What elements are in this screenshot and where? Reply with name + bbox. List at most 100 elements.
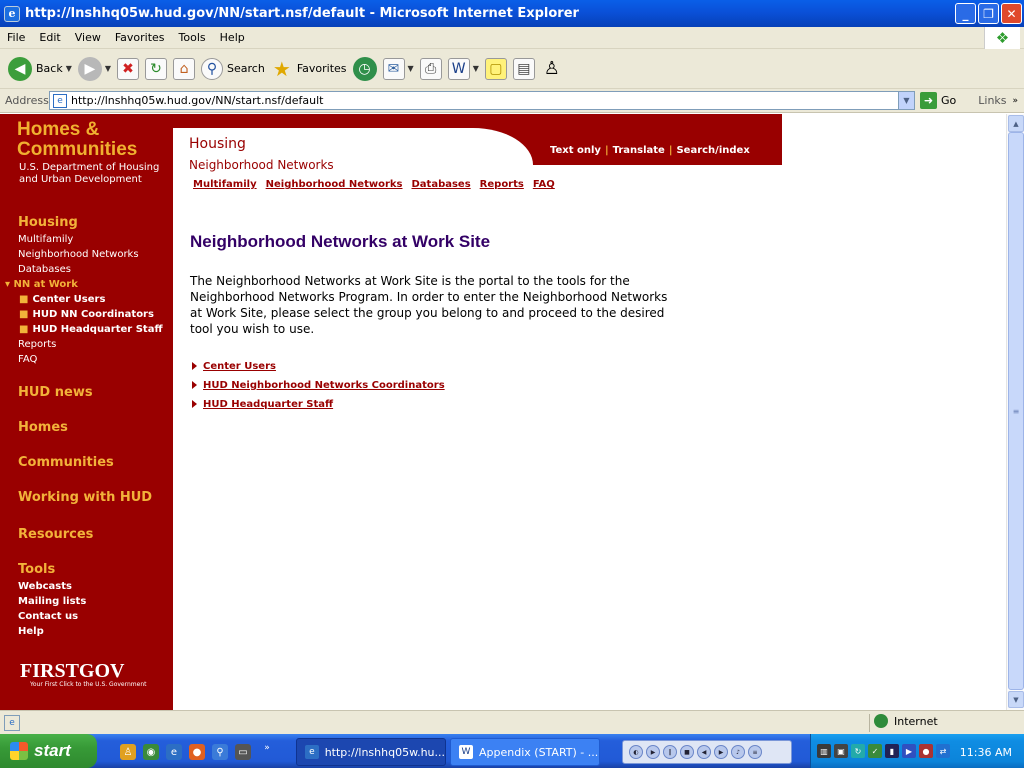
nav-faq[interactable]: FAQ (18, 354, 37, 365)
go-button[interactable]: ➜ Go (920, 92, 956, 109)
translate-link[interactable]: Translate (613, 145, 665, 156)
address-field[interactable]: e http://lnshhq05w.hud.gov/NN/start.nsf/… (49, 91, 915, 110)
subnav-faq[interactable]: FAQ (533, 179, 555, 190)
nav-center-users[interactable]: ■ Center Users (19, 294, 105, 305)
edit-button[interactable]: W ▼ (447, 52, 479, 86)
scroll-up-icon[interactable]: ▲ (1008, 115, 1024, 132)
menu-view[interactable]: View (68, 31, 108, 44)
subnav-multifamily[interactable]: Multifamily (193, 179, 257, 190)
links-toolbar[interactable]: Links (978, 94, 1006, 107)
nav-working-with-hud[interactable]: Working with HUD (18, 490, 152, 505)
scroll-thumb[interactable]: ≡ (1008, 132, 1024, 690)
favorites-button[interactable]: ★ Favorites (271, 52, 347, 86)
nav-help[interactable]: Help (18, 626, 44, 637)
coordinators-link[interactable]: HUD Neighborhood Networks Coordinators (192, 380, 445, 391)
quicklaunch-ie-icon[interactable]: e (166, 744, 182, 760)
menu-favorites[interactable]: Favorites (108, 31, 172, 44)
headquarter-staff-link[interactable]: HUD Headquarter Staff (192, 399, 333, 410)
quicklaunch-messenger-icon[interactable]: ♙ (120, 744, 136, 760)
text-only-link[interactable]: Text only (550, 145, 601, 156)
nav-resources[interactable]: Resources (18, 527, 93, 542)
nav-contact-us[interactable]: Contact us (18, 611, 78, 622)
media-toolbar[interactable]: ◐ ▶ ‖ ■ ◀ ▶ ♪ ≡ (622, 740, 792, 764)
media-mute-icon[interactable]: ♪ (731, 745, 745, 759)
player-icon[interactable]: ▶ (902, 744, 916, 758)
coordinators-link-label[interactable]: HUD Neighborhood Networks Coordinators (203, 380, 445, 391)
quicklaunch-desktop-icon[interactable]: ▭ (235, 744, 251, 760)
stop-button[interactable]: ✖ (117, 52, 140, 86)
minimize-button[interactable]: _ (955, 3, 976, 24)
subnav-databases[interactable]: Databases (412, 179, 471, 190)
nav-homes[interactable]: Homes (18, 420, 68, 435)
edit-dropdown-icon[interactable]: ▼ (473, 64, 479, 73)
chevron-right-icon[interactable]: » (262, 740, 272, 756)
print-button[interactable]: ⎙ (419, 52, 442, 86)
nav-webcasts[interactable]: Webcasts (18, 581, 72, 592)
search-index-link[interactable]: Search/index (676, 145, 749, 156)
mail-dropdown-icon[interactable]: ▼ (408, 64, 414, 73)
media-next-icon[interactable]: ▶ (714, 745, 728, 759)
site-logo-line2[interactable]: Communities (17, 140, 137, 160)
nav-tools[interactable]: Tools (18, 562, 55, 577)
taskbar-item-word[interactable]: W Appendix (START) - ... (450, 738, 600, 766)
home-button[interactable]: ⌂ (173, 52, 196, 86)
clock[interactable]: 11:36 AM (960, 746, 1012, 759)
quicklaunch-search-icon[interactable]: ⚲ (212, 744, 228, 760)
address-url[interactable]: http://lnshhq05w.hud.gov/NN/start.nsf/de… (71, 94, 898, 107)
address-dropdown-icon[interactable]: ▼ (898, 92, 914, 109)
nav-communities[interactable]: Communities (18, 455, 114, 470)
research-button[interactable]: ▤ (512, 52, 535, 86)
media-play-icon[interactable]: ▶ (646, 745, 660, 759)
menu-tools[interactable]: Tools (172, 31, 213, 44)
menu-edit[interactable]: Edit (32, 31, 67, 44)
nav-mailing-lists[interactable]: Mailing lists (18, 596, 86, 607)
quicklaunch-media-icon[interactable]: ◉ (143, 744, 159, 760)
media-pause-icon[interactable]: ‖ (663, 745, 677, 759)
window-title-bar[interactable]: e http://lnshhq05w.hud.gov/NN/start.nsf/… (0, 0, 1024, 27)
scroll-down-icon[interactable]: ▼ (1008, 691, 1024, 708)
chevron-right-icon[interactable]: » (1013, 96, 1019, 106)
vertical-scrollbar[interactable]: ▲ ≡ ▼ (1006, 114, 1024, 710)
search-button[interactable]: ⚲ Search (201, 52, 265, 86)
media-volume-icon[interactable]: ≡ (748, 745, 762, 759)
forward-button[interactable]: ▶ ▼ (77, 52, 111, 86)
nav-nn-at-work[interactable]: ▾ NN at Work (5, 279, 78, 290)
subnav-neighborhood-networks[interactable]: Neighborhood Networks (266, 179, 403, 190)
center-users-link[interactable]: Center Users (192, 361, 276, 372)
menu-help[interactable]: Help (213, 31, 252, 44)
start-button[interactable]: start (0, 734, 97, 768)
nav-databases[interactable]: Databases (18, 264, 71, 275)
history-button[interactable]: ◷ (352, 52, 377, 86)
nav-hud-nn-coordinators[interactable]: ■ HUD NN Coordinators (19, 309, 154, 320)
media-stop-icon[interactable]: ■ (680, 745, 694, 759)
messenger-button[interactable]: ♙ (541, 52, 563, 86)
display-icon[interactable]: ▣ (834, 744, 848, 758)
quicklaunch-firefox-icon[interactable]: ● (189, 744, 205, 760)
nav-hud-news[interactable]: HUD news (18, 385, 93, 400)
sync-icon[interactable]: ↻ (851, 744, 865, 758)
back-dropdown-icon[interactable]: ▼ (66, 64, 72, 73)
media-previous-icon[interactable]: ◀ (697, 745, 711, 759)
center-users-link-label[interactable]: Center Users (203, 361, 276, 372)
menu-file[interactable]: File (0, 31, 32, 44)
battery-icon[interactable]: ▮ (885, 744, 899, 758)
taskbar-item-browser[interactable]: e http://lnshhq05w.hu... (296, 738, 446, 766)
mail-button[interactable]: ✉ ▼ (382, 52, 414, 86)
discuss-button[interactable]: ▢ (484, 52, 507, 86)
connection-icon[interactable]: ⇄ (936, 744, 950, 758)
close-button[interactable]: ✕ (1001, 3, 1022, 24)
nav-neighborhood-networks[interactable]: Neighborhood Networks (18, 249, 139, 260)
nav-multifamily[interactable]: Multifamily (18, 234, 73, 245)
refresh-button[interactable]: ↻ (145, 52, 168, 86)
maximize-button[interactable]: ❐ (978, 3, 999, 24)
site-logo-line1[interactable]: Homes & (17, 120, 99, 140)
headquarter-staff-link-label[interactable]: HUD Headquarter Staff (203, 399, 333, 410)
antivirus-icon[interactable]: ● (919, 744, 933, 758)
firstgov-logo[interactable]: FIRSTGOV Your First Click to the U.S. Go… (20, 660, 146, 688)
back-button[interactable]: ◀ Back ▼ (8, 52, 72, 86)
nav-housing[interactable]: Housing (18, 215, 78, 230)
forward-dropdown-icon[interactable]: ▼ (105, 64, 111, 73)
network-icon[interactable]: ▥ (817, 744, 831, 758)
nav-hud-headquarter-staff[interactable]: ■ HUD Headquarter Staff (19, 324, 163, 335)
nav-reports[interactable]: Reports (18, 339, 56, 350)
